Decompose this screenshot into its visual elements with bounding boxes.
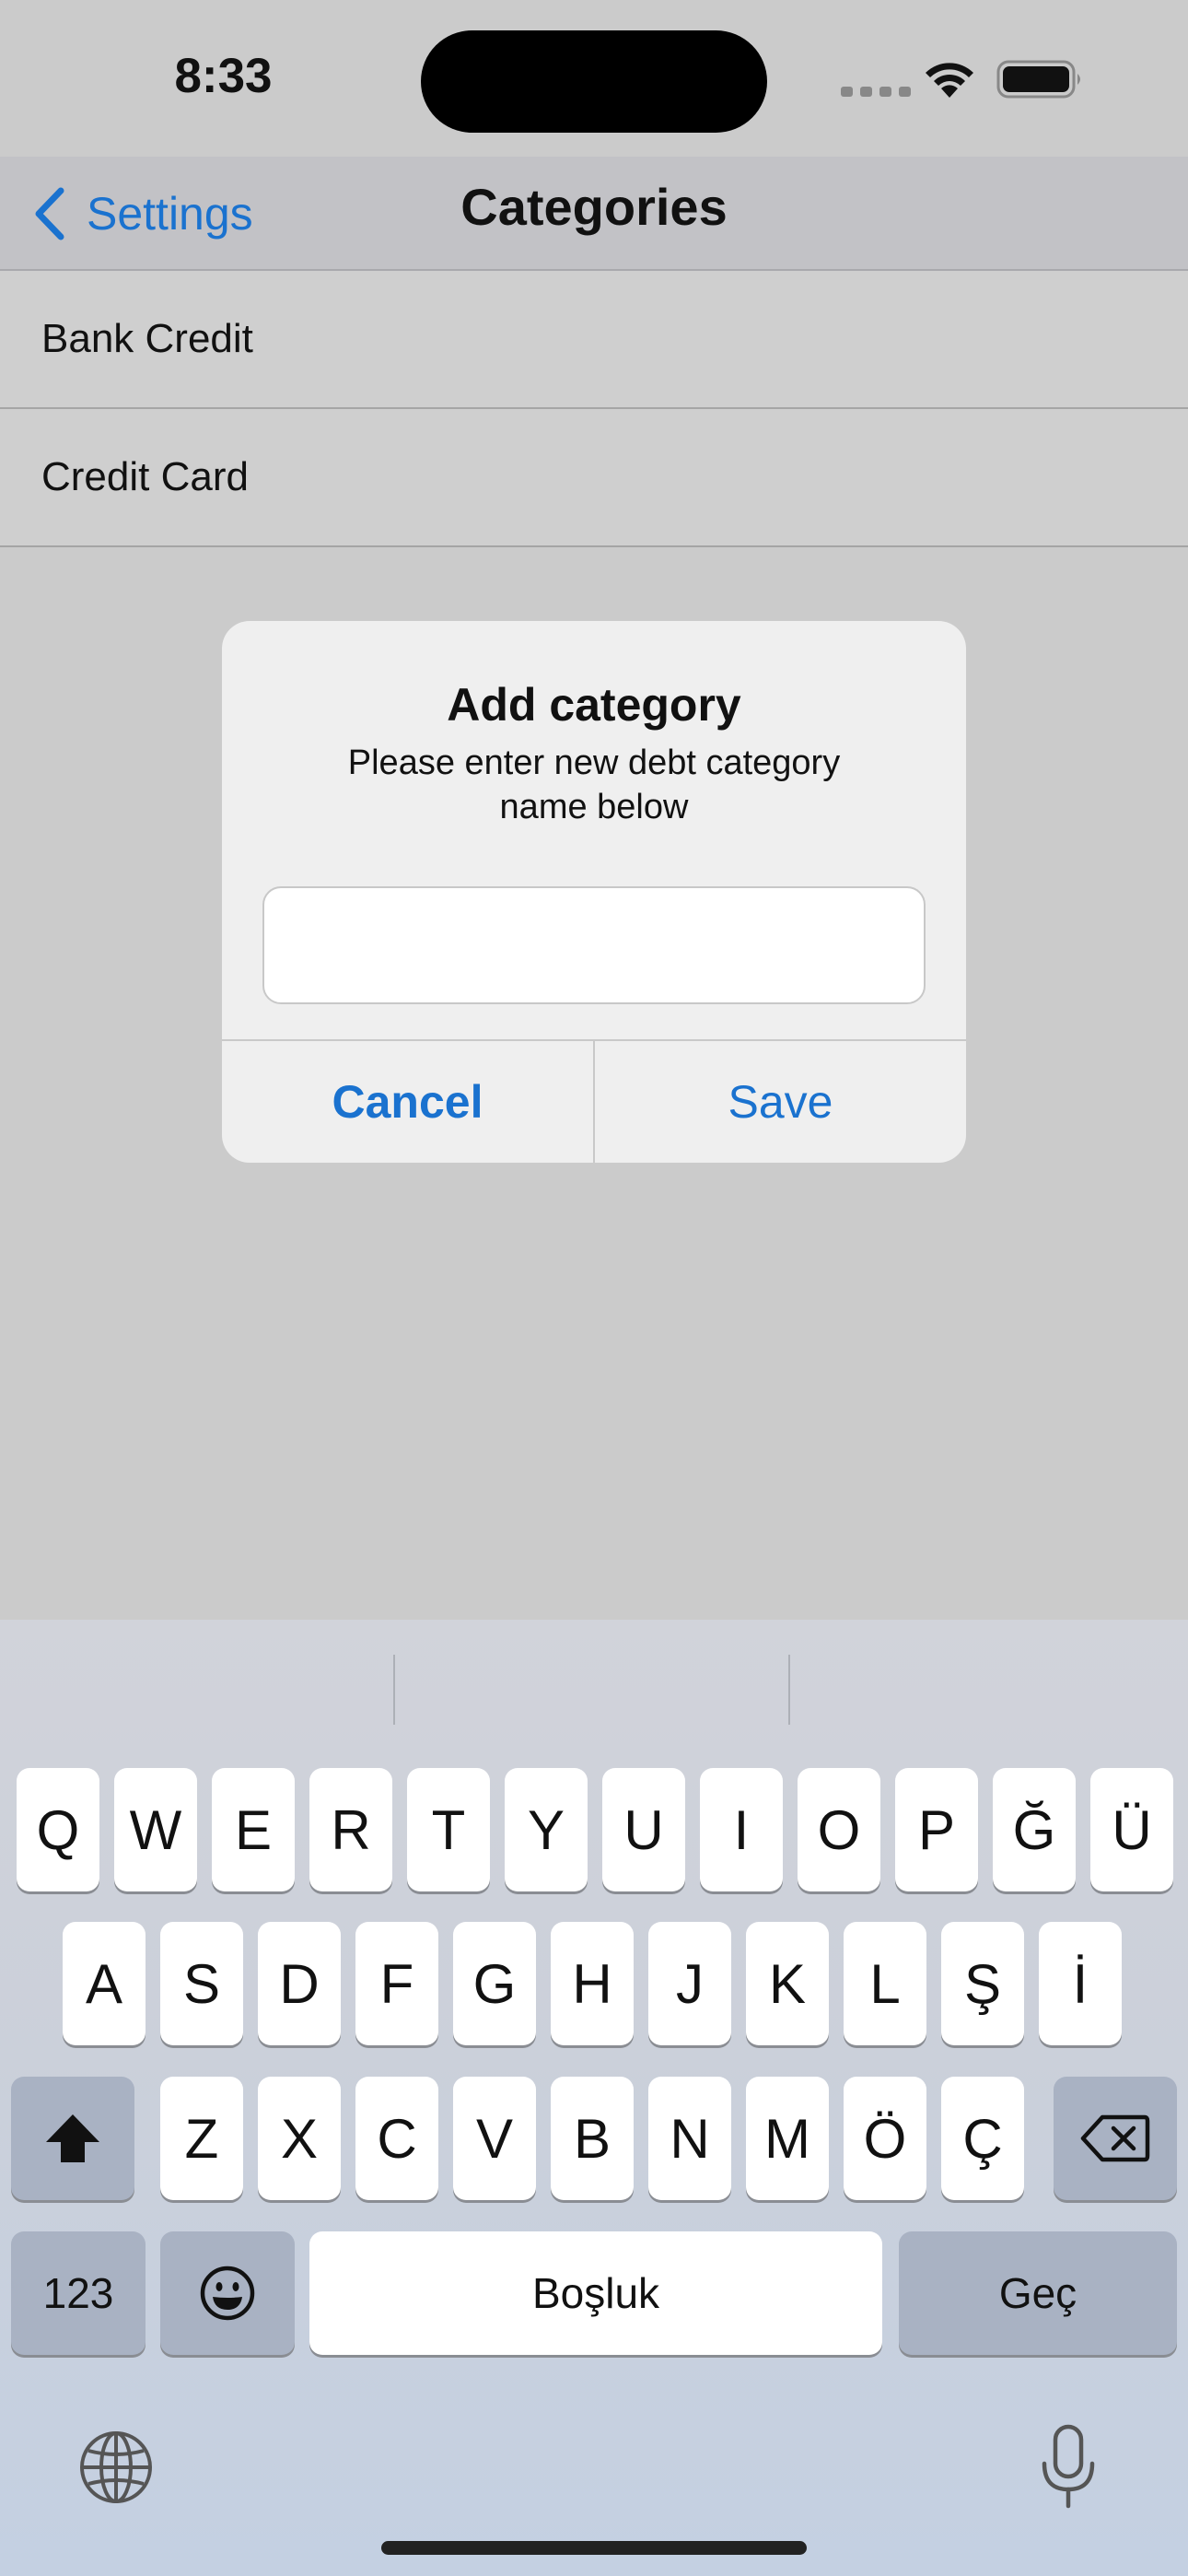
key-h[interactable]: H [551,1922,634,2045]
category-name-input[interactable] [262,886,926,1004]
shift-key[interactable] [11,2077,134,2200]
key-y[interactable]: Y [505,1768,588,1891]
key-w[interactable]: W [114,1768,197,1891]
cancel-button[interactable]: Cancel [222,1041,593,1163]
key-c-cedilla[interactable]: Ç [941,2077,1024,2200]
space-key[interactable]: Boşluk [309,2231,882,2355]
key-d[interactable]: D [258,1922,341,2045]
key-u[interactable]: U [602,1768,685,1891]
key-i-dot[interactable]: İ [1039,1922,1122,2045]
phone-screen: 8:33 Settings Categories Bank Credit Cre… [0,0,1188,2576]
key-t[interactable]: T [407,1768,490,1891]
key-f[interactable]: F [355,1922,438,2045]
wifi-icon [926,63,973,98]
home-indicator [381,2541,807,2555]
battery-icon [996,60,1080,99]
emoji-key[interactable] [160,2231,295,2355]
key-c[interactable]: C [355,2077,438,2200]
key-j[interactable]: J [648,1922,731,2045]
key-s-cedilla[interactable]: Ş [941,1922,1024,2045]
key-g-breve[interactable]: Ğ [993,1768,1076,1891]
numbers-key[interactable]: 123 [11,2231,146,2355]
list-item[interactable]: Credit Card [0,409,1188,547]
dynamic-island [421,30,767,133]
delete-backspace-icon [1080,2114,1150,2162]
globe-icon[interactable] [77,2429,155,2506]
save-button[interactable]: Save [595,1041,966,1163]
key-a[interactable]: A [63,1922,146,2045]
key-x[interactable]: X [258,2077,341,2200]
key-v[interactable]: V [453,2077,536,2200]
key-n[interactable]: N [648,2077,731,2200]
dialog-title: Add category [447,679,741,731]
suggestion-divider [788,1655,790,1725]
delete-key[interactable] [1054,2077,1177,2200]
status-time: 8:33 [174,49,273,103]
key-e[interactable]: E [212,1768,295,1891]
key-k[interactable]: K [746,1922,829,2045]
key-l[interactable]: L [844,1922,926,2045]
key-m[interactable]: M [746,2077,829,2200]
key-o[interactable]: O [798,1768,880,1891]
key-p[interactable]: P [895,1768,978,1891]
key-r[interactable]: R [309,1768,392,1891]
key-o-umlaut[interactable]: Ö [844,2077,926,2200]
status-bar: 8:33 [0,0,1188,157]
list-item[interactable]: Bank Credit [0,271,1188,409]
shift-icon [46,2114,99,2162]
keyboard: Q W E R T Y U I O P Ğ Ü A S D F G H J K … [0,1620,1188,2576]
key-z[interactable]: Z [160,2077,243,2200]
microphone-icon[interactable] [1039,2423,1098,2510]
page-title: Categories [460,178,728,236]
cellular-signal-icon [841,87,911,97]
navigation-bar: Settings Categories [0,157,1188,271]
key-b[interactable]: B [551,2077,634,2200]
key-u-umlaut[interactable]: Ü [1090,1768,1173,1891]
key-i[interactable]: I [700,1768,783,1891]
key-s[interactable]: S [160,1922,243,2045]
return-key[interactable]: Geç [899,2231,1177,2355]
add-category-dialog: Add category Please enter new debt categ… [222,621,966,1163]
dialog-message: Please enter new debt category name belo… [347,744,841,826]
list-item-label: Bank Credit [41,316,253,361]
key-g[interactable]: G [453,1922,536,2045]
suggestion-divider [393,1655,395,1725]
emoji-icon [200,2266,255,2321]
key-q[interactable]: Q [17,1768,99,1891]
category-list: Bank Credit Credit Card [0,271,1188,547]
list-item-label: Credit Card [41,454,249,499]
